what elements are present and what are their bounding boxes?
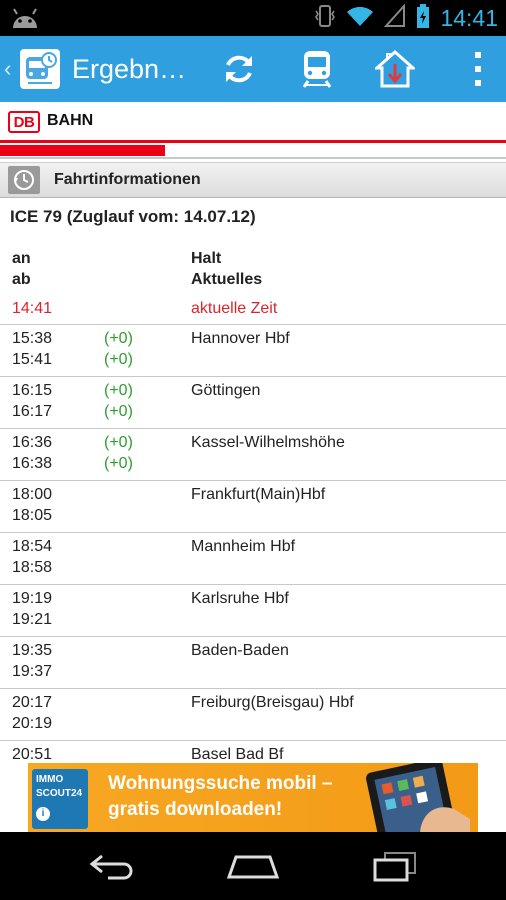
departure-time: 16:17 [12,403,53,420]
col-arrival-header: an [12,250,31,267]
col-departure-header: ab [12,271,31,288]
arrival-delay: (+0) [104,434,133,451]
arrival-time: 18:00 [12,486,53,503]
departure-time: 20:19 [12,715,53,732]
history-icon [8,166,40,194]
current-time-label: aktuelle Zeit [191,300,278,317]
stop-name: Baden-Baden [191,642,289,659]
arrival-time: 19:35 [12,642,53,659]
current-time: 14:41 [12,300,53,317]
home-nav-icon [226,855,280,879]
home-icon [375,50,415,88]
db-stripe-thick [0,145,165,156]
train-info: ICE 79 (Zuglauf vom: 14.07.12) [10,207,256,226]
ad-logo: IMMO SCOUT24 i [32,769,88,829]
status-bar: 14:41 [0,0,506,36]
stop-list[interactable]: 14:41 aktuelle Zeit 15:38 15:41 (+0) (+0) Ha… [0,295,506,763]
refresh-button[interactable] [200,36,278,102]
android-icon [10,6,40,35]
ad-banner[interactable]: IMMO SCOUT24 i Wohnungssuche mobil – gra… [0,763,506,832]
departure-time: 19:37 [12,663,53,680]
phone-image [366,763,470,832]
recent-apps-icon [373,852,416,882]
departure-delay: (+0) [104,351,133,368]
col-stop-header: Halt [191,250,222,267]
vibrate-icon [314,3,336,34]
table-row[interactable]: 16:36 16:38 (+0) (+0) Kassel-Wilhelmshöhe [0,429,506,481]
column-headers: an ab Halt Aktuelles [0,248,506,292]
departure-time: 15:41 [12,351,53,368]
departure-time: 16:38 [12,455,53,472]
stop-name: Basel Bad Bf [191,746,284,763]
departure-time: 18:58 [12,559,53,576]
table-row[interactable]: 20:51 Basel Bad Bf [0,741,506,763]
section-header: Fahrtinformationen [0,162,506,198]
arrival-time: 16:15 [12,382,53,399]
train-button[interactable] [278,36,356,102]
arrival-time: 19:19 [12,590,53,607]
divider [0,157,506,159]
up-chevron-icon[interactable]: ‹ [4,56,16,82]
page-title: Ergebn… [72,53,187,84]
navigation-bar [0,832,506,900]
table-row[interactable]: 20:17 20:19 Freiburg(Breisgau) Hbf [0,689,506,741]
recent-apps-button[interactable] [355,844,435,888]
table-row[interactable]: 15:38 15:41 (+0) (+0) Hannover Hbf [0,325,506,377]
ad-headline: Wohnungssuche mobil – [108,773,333,794]
db-brand: BAHN [47,112,94,129]
table-row[interactable]: 18:00 18:05 Frankfurt(Main)Hbf [0,481,506,533]
current-time-row: 14:41 aktuelle Zeit [0,295,506,325]
arrival-time: 20:17 [12,694,53,711]
arrival-delay: (+0) [104,382,133,399]
db-header: DB BAHN [0,102,506,162]
arrival-time: 18:54 [12,538,53,555]
db-stripe [0,140,506,143]
back-icon [89,854,133,880]
wifi-icon [346,4,374,33]
table-row[interactable]: 18:54 18:58 Mannheim Hbf [0,533,506,585]
arrival-time: 15:38 [12,330,53,347]
info-icon[interactable]: i [36,807,50,821]
table-row[interactable]: 19:19 19:21 Karlsruhe Hbf [0,585,506,637]
db-logo: DB [8,111,40,133]
stop-name: Mannheim Hbf [191,538,296,555]
arrival-delay: (+0) [104,330,133,347]
train-icon [302,51,332,88]
app-icon[interactable] [18,47,62,91]
section-title: Fahrtinformationen [54,171,201,188]
ad-subline: gratis downloaden! [108,799,283,820]
arrival-time: 20:51 [12,746,53,763]
stop-name: Göttingen [191,382,261,399]
stop-name: Hannover Hbf [191,330,290,347]
stop-name: Kassel-Wilhelmshöhe [191,434,345,451]
refresh-icon [226,55,252,83]
home-button[interactable] [356,36,434,102]
back-button[interactable] [72,844,152,888]
stop-name: Freiburg(Breisgau) Hbf [191,694,354,711]
departure-delay: (+0) [104,403,133,420]
action-bar: ‹ Ergebn… [0,36,506,102]
signal-icon [384,2,406,33]
table-row[interactable]: 16:15 16:17 (+0) (+0) Göttingen [0,377,506,429]
overflow-menu-icon[interactable] [474,52,482,86]
clock: 14:41 [440,4,498,31]
col-current-header: Aktuelles [191,271,263,288]
stop-name: Karlsruhe Hbf [191,590,289,607]
home-nav-button[interactable] [213,844,293,888]
table-row[interactable]: 19:35 19:37 Baden-Baden [0,637,506,689]
arrival-time: 16:36 [12,434,53,451]
departure-delay: (+0) [104,455,133,472]
departure-time: 18:05 [12,507,53,524]
departure-time: 19:21 [12,611,53,628]
battery-icon [416,3,430,34]
stop-name: Frankfurt(Main)Hbf [191,486,326,503]
